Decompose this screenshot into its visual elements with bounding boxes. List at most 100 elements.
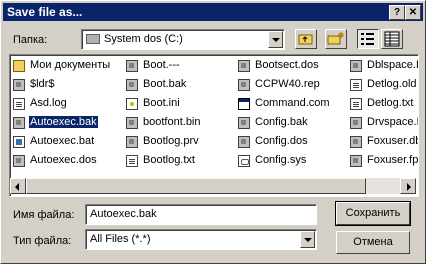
system-file-icon [350, 155, 362, 167]
file-item[interactable]: Bootlog.prv [126, 134, 238, 150]
system-file-icon [13, 79, 25, 91]
file-name: Dblspace.I [367, 59, 419, 71]
file-item[interactable]: Dblspace.I [350, 58, 419, 74]
filetype-value: All Files (*.*) [90, 233, 151, 245]
system-file-icon [126, 60, 138, 72]
save-button[interactable]: Сохранить [335, 201, 411, 226]
details-view-icon [384, 31, 400, 47]
file-name: Autoexec.bak [28, 115, 99, 129]
file-item[interactable]: Boot.--- [126, 58, 238, 74]
file-item[interactable]: Config.bak [238, 115, 350, 131]
filename-value: Autoexec.bak [90, 208, 157, 220]
location-dropdown[interactable]: System dos (C:) [81, 29, 285, 50]
system-file-icon [126, 79, 138, 91]
file-item[interactable]: $ldr$ [13, 77, 125, 93]
file-list[interactable]: Мои документы $ldr$ Asd.log Autoexec.bak Aut… [9, 54, 419, 197]
file-name: Config.dos [255, 135, 308, 147]
title-bar[interactable]: Save file as... ? ✕ [3, 3, 423, 21]
file-item[interactable]: Asd.log [13, 96, 125, 112]
system-file-icon [238, 136, 250, 148]
system-file-icon [126, 136, 138, 148]
file-name: Autoexec.dos [30, 154, 97, 166]
system-file-icon [126, 117, 138, 129]
file-item[interactable]: bootfont.bin [126, 115, 238, 131]
system-file-icon [13, 155, 25, 167]
dialog-title: Save file as... [7, 5, 83, 19]
file-item[interactable]: Config.sys [238, 153, 350, 169]
filename-input[interactable]: Autoexec.bak [85, 204, 317, 225]
file-name: Boot.--- [143, 59, 180, 71]
scrollbar-thumb[interactable] [26, 178, 366, 194]
system-file-icon [238, 60, 250, 72]
file-name: Bootlog.prv [143, 135, 199, 147]
text-file-icon [350, 79, 362, 91]
file-name: $ldr$ [30, 78, 55, 90]
system-file-icon [238, 79, 250, 91]
file-item[interactable]: Bootsect.dos [238, 58, 350, 74]
file-name: Boot.ini [143, 97, 180, 109]
file-name: Drvspace.I [367, 116, 419, 128]
file-item[interactable]: Drvspace.I [350, 115, 419, 131]
system-file-icon [13, 117, 25, 129]
system-file-icon [238, 117, 250, 129]
file-item[interactable]: Foxuser.db [350, 134, 419, 150]
file-name: CCPW40.rep [255, 78, 320, 90]
location-label: Папка: [13, 34, 48, 46]
chevron-down-icon[interactable] [268, 31, 283, 48]
file-name: bootfont.bin [143, 116, 201, 128]
scroll-left-button[interactable] [10, 178, 26, 194]
file-name: Config.sys [255, 154, 307, 166]
filetype-label: Тип файла: [13, 235, 72, 247]
file-item[interactable]: CCPW40.rep [238, 77, 350, 93]
file-name: Asd.log [30, 97, 67, 109]
folder-up-icon [298, 34, 313, 45]
horizontal-scrollbar[interactable] [10, 178, 416, 194]
file-name: Config.bak [255, 116, 308, 128]
system-file-icon [350, 117, 362, 129]
new-folder-button[interactable] [325, 29, 347, 49]
up-one-level-button[interactable] [295, 29, 317, 49]
chevron-down-icon[interactable] [300, 231, 315, 248]
file-item[interactable]: Bootlog.txt [126, 153, 238, 169]
close-button[interactable]: ✕ [405, 5, 421, 20]
application-icon [238, 98, 250, 110]
file-name: Detlog.txt [367, 97, 414, 109]
system-file-icon [350, 136, 362, 148]
ini-file-icon [126, 98, 138, 110]
list-view-button[interactable] [357, 29, 379, 49]
file-name: Мои документы [30, 59, 111, 71]
file-item[interactable]: Autoexec.bat [13, 134, 125, 150]
filetype-dropdown[interactable]: All Files (*.*) [85, 229, 317, 250]
batch-file-icon [13, 136, 25, 148]
file-name: Bootlog.txt [143, 154, 195, 166]
file-item[interactable]: Autoexec.bak [13, 115, 125, 131]
file-item[interactable]: Command.com [238, 96, 350, 112]
file-name: Boot.bak [143, 78, 187, 90]
help-button[interactable]: ? [389, 5, 405, 20]
file-item[interactable]: Мои документы [13, 58, 125, 74]
file-item[interactable]: Boot.ini [126, 96, 238, 112]
details-view-button[interactable] [381, 29, 403, 49]
new-folder-icon [327, 32, 344, 45]
file-item[interactable]: Detlog.txt [350, 96, 418, 112]
drive-icon [86, 34, 100, 44]
file-item[interactable]: Foxuser.fp [350, 153, 419, 169]
file-name: Autoexec.bat [30, 135, 95, 147]
save-file-dialog: Save file as... ? ✕ Папка: System dos (C… [0, 0, 426, 264]
file-name: Command.com [255, 97, 330, 109]
location-value: System dos (C:) [104, 33, 183, 45]
text-file-icon [126, 155, 138, 167]
list-view-icon [361, 33, 374, 45]
file-item[interactable]: Config.dos [238, 134, 350, 150]
text-file-icon [13, 98, 25, 110]
file-item[interactable]: Autoexec.dos [13, 153, 125, 169]
file-item[interactable]: Detlog.old [350, 77, 418, 93]
scroll-right-button[interactable] [400, 178, 416, 194]
file-name: Foxuser.fp [367, 154, 419, 166]
folder-icon [13, 60, 25, 72]
file-name: Bootsect.dos [255, 59, 319, 71]
cancel-button[interactable]: Отмена [336, 231, 410, 254]
text-file-icon [350, 98, 362, 110]
file-item[interactable]: Boot.bak [126, 77, 238, 93]
file-name: Foxuser.db [367, 135, 419, 147]
